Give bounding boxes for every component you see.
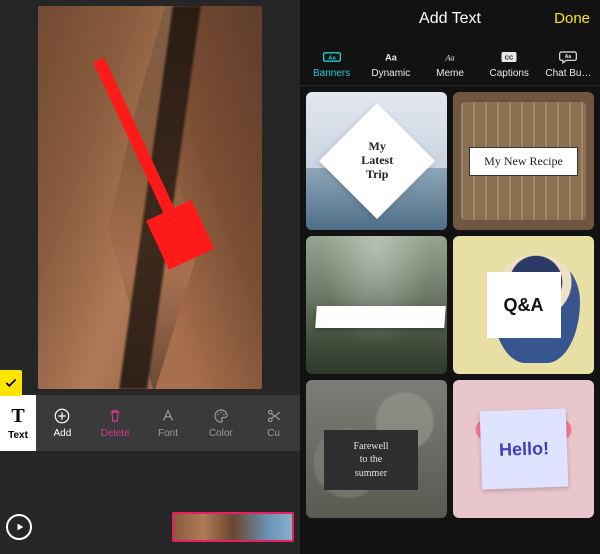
text-mode-tab[interactable]: T Text (0, 395, 36, 451)
panel-title: Add Text (419, 10, 481, 28)
template-text: Hello! (498, 438, 549, 461)
template-item[interactable]: GOOD MORNING! (306, 236, 447, 374)
banners-icon: Aa (321, 49, 343, 65)
play-button[interactable] (6, 514, 32, 540)
font-icon (159, 407, 177, 425)
tab-dynamic[interactable]: Aa Dynamic (361, 49, 420, 79)
template-text: MyLatestTrip (361, 140, 393, 181)
add-text-panel: Add Text Done Aa Banners Aa Dynamic Aa M… (300, 0, 600, 554)
template-text: My New Recipe (484, 154, 563, 168)
square-banner: Q&A (487, 272, 561, 338)
editor-panel: T Text Add Delete Font Color (0, 0, 300, 554)
template-grid: MyLatestTrip My New Recipe GOOD MORNING!… (300, 86, 600, 554)
tool-label: Font (158, 428, 178, 439)
svg-text:Aa: Aa (385, 52, 398, 62)
done-button[interactable]: Done (554, 0, 590, 38)
tool-label: Delete (101, 428, 130, 439)
svg-text:Aa: Aa (328, 56, 336, 62)
cut-button[interactable]: Cu (247, 395, 300, 451)
timeline (0, 500, 300, 554)
trash-icon (106, 407, 124, 425)
panel-header: Add Text Done (300, 0, 600, 38)
tab-captions[interactable]: CC Captions (480, 49, 539, 79)
tab-label: Dynamic (371, 68, 410, 79)
svg-text:Aa: Aa (444, 53, 454, 62)
color-button[interactable]: Color (194, 395, 247, 451)
delete-text-button[interactable]: Delete (89, 395, 142, 451)
template-item[interactable]: My New Recipe (453, 92, 594, 230)
template-item[interactable]: Q&A (453, 236, 594, 374)
meme-icon: Aa (439, 49, 461, 65)
tab-meme[interactable]: Aa Meme (420, 49, 479, 79)
text-toolbar: T Text Add Delete Font Color (0, 395, 300, 451)
template-item[interactable]: Farewellto thesummer (306, 380, 447, 518)
template-text: Farewellto thesummer (354, 441, 389, 479)
template-text: Q&A (504, 295, 544, 316)
play-icon (15, 522, 25, 532)
tab-label: Chat Bu… (545, 68, 591, 79)
video-clip[interactable] (172, 512, 294, 542)
dynamic-icon: Aa (380, 49, 402, 65)
skew-banner: GOOD MORNING! (315, 306, 445, 328)
tool-label: Add (54, 428, 72, 439)
plaque-banner: Farewellto thesummer (324, 430, 418, 491)
scissors-icon (265, 407, 283, 425)
sticky-note-banner: Hello! (479, 409, 568, 490)
tab-label: Captions (489, 68, 528, 79)
tab-banners[interactable]: Aa Banners (302, 49, 361, 79)
plus-circle-icon (53, 407, 71, 425)
template-text: GOOD MORNING! (326, 311, 435, 323)
check-icon (4, 376, 18, 390)
confirm-check-button[interactable] (0, 370, 22, 396)
tab-chat-bubble[interactable]: Aa Chat Bu… (539, 49, 598, 79)
tool-label: Color (209, 428, 233, 439)
tab-label: Meme (436, 68, 464, 79)
svg-text:Aa: Aa (565, 54, 572, 60)
captions-icon: CC (498, 49, 520, 65)
text-tab-label: Text (8, 430, 28, 441)
svg-text:CC: CC (505, 56, 514, 62)
template-item[interactable]: Hello! (453, 380, 594, 518)
template-item[interactable]: MyLatestTrip (306, 92, 447, 230)
chat-bubble-icon: Aa (557, 49, 579, 65)
text-icon: T (11, 405, 24, 428)
text-style-tabs: Aa Banners Aa Dynamic Aa Meme CC Caption… (300, 38, 600, 86)
ribbon-banner: My New Recipe (469, 147, 578, 176)
diamond-banner: MyLatestTrip (319, 103, 435, 219)
palette-icon (212, 407, 230, 425)
font-button[interactable]: Font (142, 395, 195, 451)
tool-label: Cu (267, 428, 280, 439)
add-text-button[interactable]: Add (36, 395, 89, 451)
tab-label: Banners (313, 68, 350, 79)
